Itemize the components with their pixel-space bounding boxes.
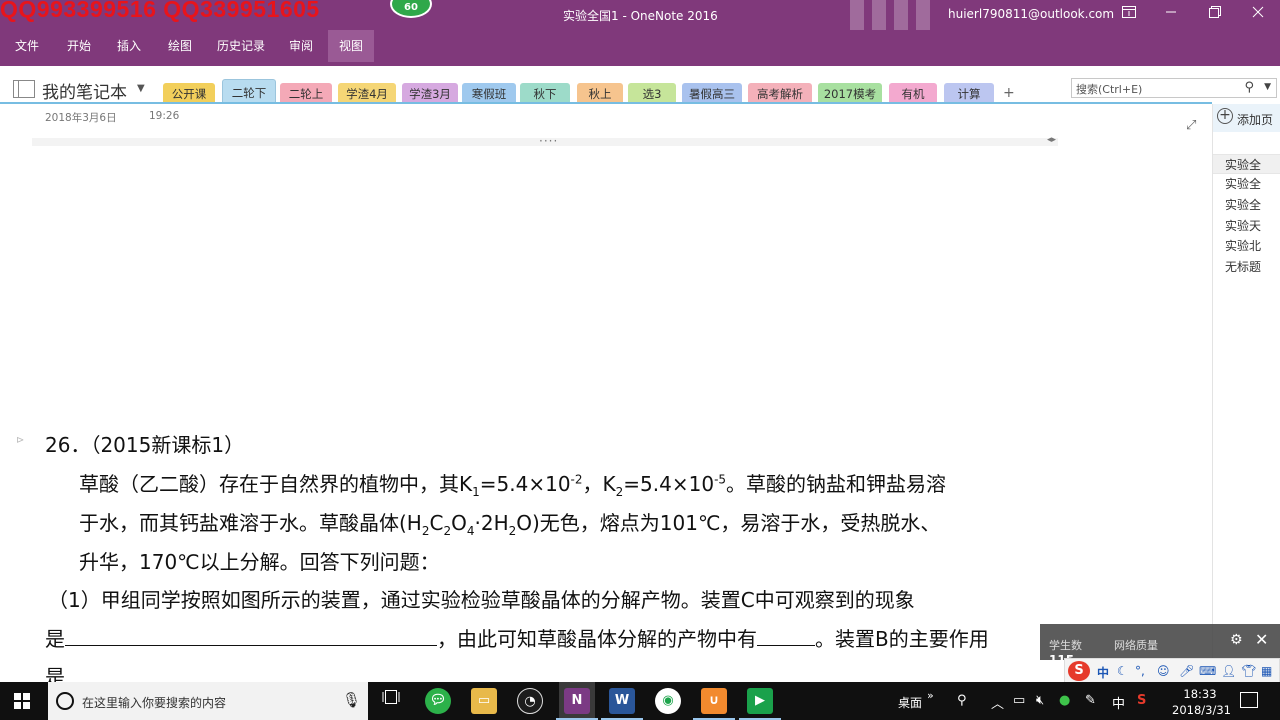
file-explorer-icon[interactable]: ▭ (471, 688, 497, 714)
page-list-item[interactable]: 实验天 (1213, 216, 1280, 236)
cortana-icon (56, 692, 74, 710)
page-list-item[interactable]: 实验全 (1213, 154, 1280, 174)
page-time: 19:26 (149, 110, 180, 122)
tab-draw[interactable]: 绘图 (159, 30, 201, 62)
clock-date: 2018/3/31 (1172, 703, 1231, 717)
close-icon[interactable]: ✕ (1255, 630, 1268, 649)
desktop-toolbar-label[interactable]: 桌面 (898, 694, 922, 711)
chrome-icon[interactable]: ◉ (655, 688, 681, 714)
add-section-button[interactable]: + (1003, 85, 1015, 101)
account-name[interactable]: huierl790811@outlook.com (948, 7, 1114, 21)
chevron-down-icon[interactable]: ▼ (137, 83, 145, 94)
page-date: 2018年3月6日 (45, 112, 117, 124)
score-badge: 60 (390, 0, 432, 18)
page-list-pane: + 添加页 实验全 实验全 实验全 实验天 实验北 无标题 (1212, 104, 1280, 682)
add-page-label: 添加页 (1237, 113, 1274, 127)
close-icon[interactable] (1245, 4, 1271, 24)
qq-penguin-icon[interactable]: ◔ (517, 688, 543, 714)
tab-file[interactable]: 文件 (6, 30, 48, 62)
skin-icon[interactable]: 👕︎ (1241, 664, 1256, 678)
page-list-item[interactable]: 实验北 (1213, 236, 1280, 256)
onenote-icon[interactable]: N (556, 688, 598, 720)
search-input[interactable]: 搜索(Ctrl+E) (1076, 81, 1142, 97)
ime-toolbar: S 中 ☾ °, ☺ 🎤︎ ⌨ 👤︎ 👕︎ ▦ (1064, 658, 1280, 684)
system-clock[interactable]: 18:33 2018/3/31 (1172, 686, 1231, 718)
ribbon-display-icon[interactable] (1116, 4, 1142, 24)
taskbar-search-box[interactable]: 在这里输入你要搜索的内容 🎙︎ (48, 682, 368, 720)
punctuation-icon[interactable]: °, (1135, 664, 1145, 678)
network-quality-label: 网络质量 (1114, 639, 1158, 652)
microphone-icon[interactable]: 🎤︎ (1179, 664, 1194, 678)
moon-icon[interactable]: ☾ (1117, 664, 1128, 678)
windows-taskbar: 在这里输入你要搜索的内容 🎙︎ 💬︎ ▭ ◔ N W ◉ ∪ ▶ 桌面 » ⚲ … (0, 682, 1280, 720)
wechat-icon[interactable]: 💬︎ (425, 688, 451, 714)
toolbox-icon[interactable]: ▦ (1261, 664, 1272, 678)
gear-icon[interactable]: ⚙ (1230, 632, 1243, 648)
people-icon[interactable]: ⚲ (957, 693, 967, 708)
task-view-icon[interactable] (378, 688, 404, 714)
notebook-icon[interactable] (13, 80, 35, 98)
tab-history[interactable]: 历史记录 (210, 30, 272, 62)
question-part-1: （1）甲组同学按照如图所示的装置，通过实验检验草酸晶体的分解产物。装置C中可观察… (48, 588, 915, 612)
volume-mute-icon[interactable]: 🔇︎ (1036, 693, 1044, 708)
page-list-item[interactable]: 实验全 (1213, 174, 1280, 194)
tab-view[interactable]: 视图 (328, 30, 374, 62)
minimize-icon[interactable] (1158, 4, 1184, 24)
classroom-status-widget: 学生数 网络质量 115 ⚙ ✕ (1040, 624, 1280, 667)
search-box[interactable]: 搜索(Ctrl+E) ⚲ ▼ (1071, 78, 1277, 98)
full-page-view-icon[interactable]: ⤢ (1186, 118, 1196, 133)
pen-icon[interactable]: ✎ (1085, 693, 1096, 708)
ime-indicator[interactable]: 中 (1112, 693, 1125, 712)
window-title: 实验全国1 - OneNote 2016 (563, 9, 718, 23)
taskbar-search-input[interactable]: 在这里输入你要搜索的内容 (82, 694, 226, 711)
paragraph-handle-icon[interactable]: ⊳ (16, 435, 24, 446)
chevron-right-icon[interactable]: » (927, 689, 934, 702)
keyboard-icon[interactable]: ⌨ (1199, 664, 1216, 678)
question-part-1-line-2: 是，由此可知草酸晶体分解的产物中有 。装置B的主要作用 (45, 627, 989, 651)
tab-review[interactable]: 审阅 (280, 30, 322, 62)
emoji-icon[interactable]: ☺ (1157, 664, 1170, 678)
restore-icon[interactable] (1202, 4, 1228, 24)
onenote-window: QQ993399516 QQ339951605 60 实验全国1 - OneNo… (0, 0, 1280, 720)
note-container-handle[interactable]: ···· (539, 134, 558, 148)
sogou-tray-icon[interactable]: S (1137, 693, 1146, 708)
page-list-item[interactable]: 实验全 (1213, 195, 1280, 215)
notebook-bar: 我的笔记本 ▼ 公开课 二轮下 二轮上 学渣4月 学渣3月 寒假班 秋下 秋上 选3 暑假高三 高考… (0, 66, 1280, 106)
add-icon: + (1217, 108, 1233, 124)
title-bar: QQ993399516 QQ339951605 60 实验全国1 - OneNo… (0, 0, 1280, 30)
page-list-item[interactable]: 无标题 (1213, 257, 1280, 277)
tab-home[interactable]: 开始 (58, 30, 100, 62)
page-canvas[interactable]: 2018年3月6日 19:26 ⤢ ···· ◂▸ ⊳ 26．（2015新课标1… (0, 104, 1212, 682)
action-center-icon[interactable] (1240, 692, 1258, 708)
user-icon[interactable]: 👤︎ (1221, 664, 1236, 678)
uc-browser-icon[interactable]: ∪ (693, 688, 735, 720)
add-page-button[interactable]: + 添加页 (1213, 104, 1280, 132)
question-number: 26．（2015新课标1） (45, 433, 245, 457)
question-paragraph-1: 草酸（乙二酸）存在于自然界的植物中，其K1=5.4×10-2，K2=5.4×10… (79, 472, 947, 499)
microphone-icon[interactable]: 🎙︎ (342, 691, 361, 709)
notebook-name[interactable]: 我的笔记本 (42, 78, 127, 103)
sogou-logo-icon[interactable]: S (1068, 661, 1090, 681)
chevron-up-icon[interactable]: ︿ (991, 693, 1004, 712)
answer-blank[interactable] (65, 628, 437, 646)
student-count-label: 学生数 (1049, 639, 1082, 652)
ribbon-tabs: 文件 开始 插入 绘图 历史记录 审阅 视图 (0, 30, 1280, 66)
search-scope-chevron-icon[interactable]: ▼ (1264, 82, 1271, 92)
word-icon[interactable]: W (601, 688, 643, 720)
title-decoration (850, 0, 930, 30)
question-paragraph-2: 于水，而其钙盐难溶于水。草酸晶体(H2C2O4·2H2O)无色，熔点为101℃，… (79, 511, 941, 538)
battery-icon[interactable]: ▭ (1013, 693, 1025, 708)
ime-mode-toggle[interactable]: 中 (1097, 664, 1109, 681)
tab-insert[interactable]: 插入 (108, 30, 150, 62)
note-container-resize-icon[interactable]: ◂▸ (1047, 135, 1056, 145)
windows-start-icon[interactable] (14, 693, 30, 709)
clock-time: 18:33 (1183, 687, 1217, 701)
classroom-app-icon[interactable]: ▶ (739, 688, 781, 720)
wifi-helper-icon[interactable]: ● (1059, 693, 1070, 708)
search-icon[interactable]: ⚲ (1244, 80, 1254, 95)
question-part-1-line-3: 是 (45, 665, 65, 682)
question-paragraph-3: 升华，170℃以上分解。回答下列问题： (79, 550, 440, 574)
answer-blank[interactable] (757, 628, 815, 646)
qq-watermark: QQ993399516 QQ339951605 (0, 0, 320, 22)
